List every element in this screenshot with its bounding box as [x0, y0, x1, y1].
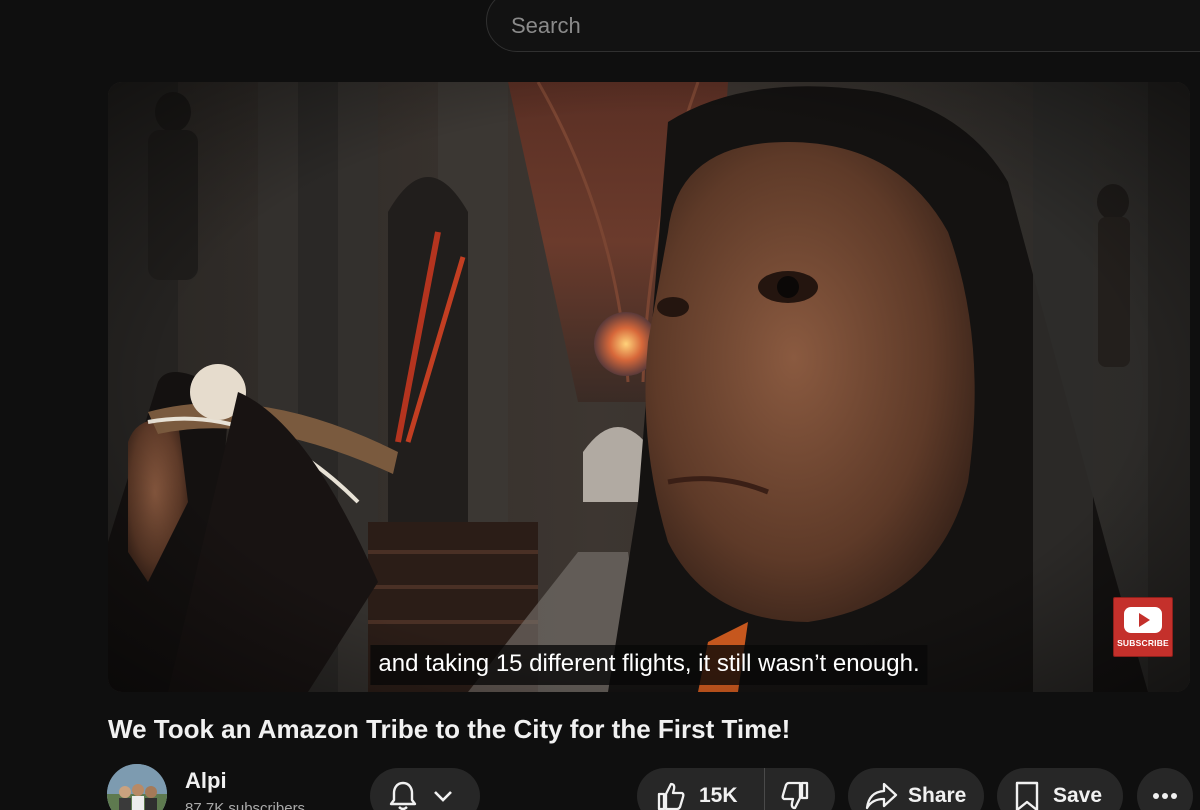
bookmark-icon — [1015, 781, 1039, 810]
youtube-logo-icon — [1124, 606, 1162, 633]
channel-name[interactable]: Alpi — [185, 768, 227, 794]
share-label: Share — [908, 784, 967, 807]
chevron-down-icon — [434, 791, 452, 802]
thumbs-up-icon — [657, 782, 685, 810]
avatar-image — [107, 764, 167, 810]
save-button[interactable]: Save — [997, 768, 1123, 810]
share-button[interactable]: Share — [848, 768, 984, 810]
dislike-button[interactable] — [765, 768, 835, 810]
video-frame — [108, 82, 1190, 692]
like-dislike-group: 15K — [637, 768, 835, 810]
notifications-button[interactable] — [370, 768, 480, 810]
thumbs-down-icon — [781, 781, 809, 810]
search-box[interactable] — [486, 0, 1200, 52]
watermark-label: SUBSCRIBE — [1117, 637, 1169, 648]
channel-avatar[interactable] — [107, 764, 167, 810]
more-actions-button[interactable] — [1137, 768, 1193, 810]
share-arrow-icon — [865, 782, 898, 810]
subscribe-watermark[interactable]: SUBSCRIBE — [1113, 597, 1173, 657]
subtitle-caption: and taking 15 different flights, it stil… — [370, 645, 928, 685]
like-count: 15K — [699, 784, 738, 807]
video-player[interactable]: and taking 15 different flights, it stil… — [108, 82, 1190, 692]
search-input[interactable] — [511, 13, 1200, 39]
video-title: We Took an Amazon Tribe to the City for … — [108, 714, 791, 744]
more-horizontal-icon — [1153, 793, 1177, 799]
subscriber-count: 87.7K subscribers — [185, 800, 306, 810]
bell-icon — [389, 781, 417, 810]
watch-page: and taking 15 different flights, it stil… — [0, 0, 1200, 810]
save-label: Save — [1053, 784, 1103, 807]
like-button[interactable]: 15K — [637, 768, 765, 810]
